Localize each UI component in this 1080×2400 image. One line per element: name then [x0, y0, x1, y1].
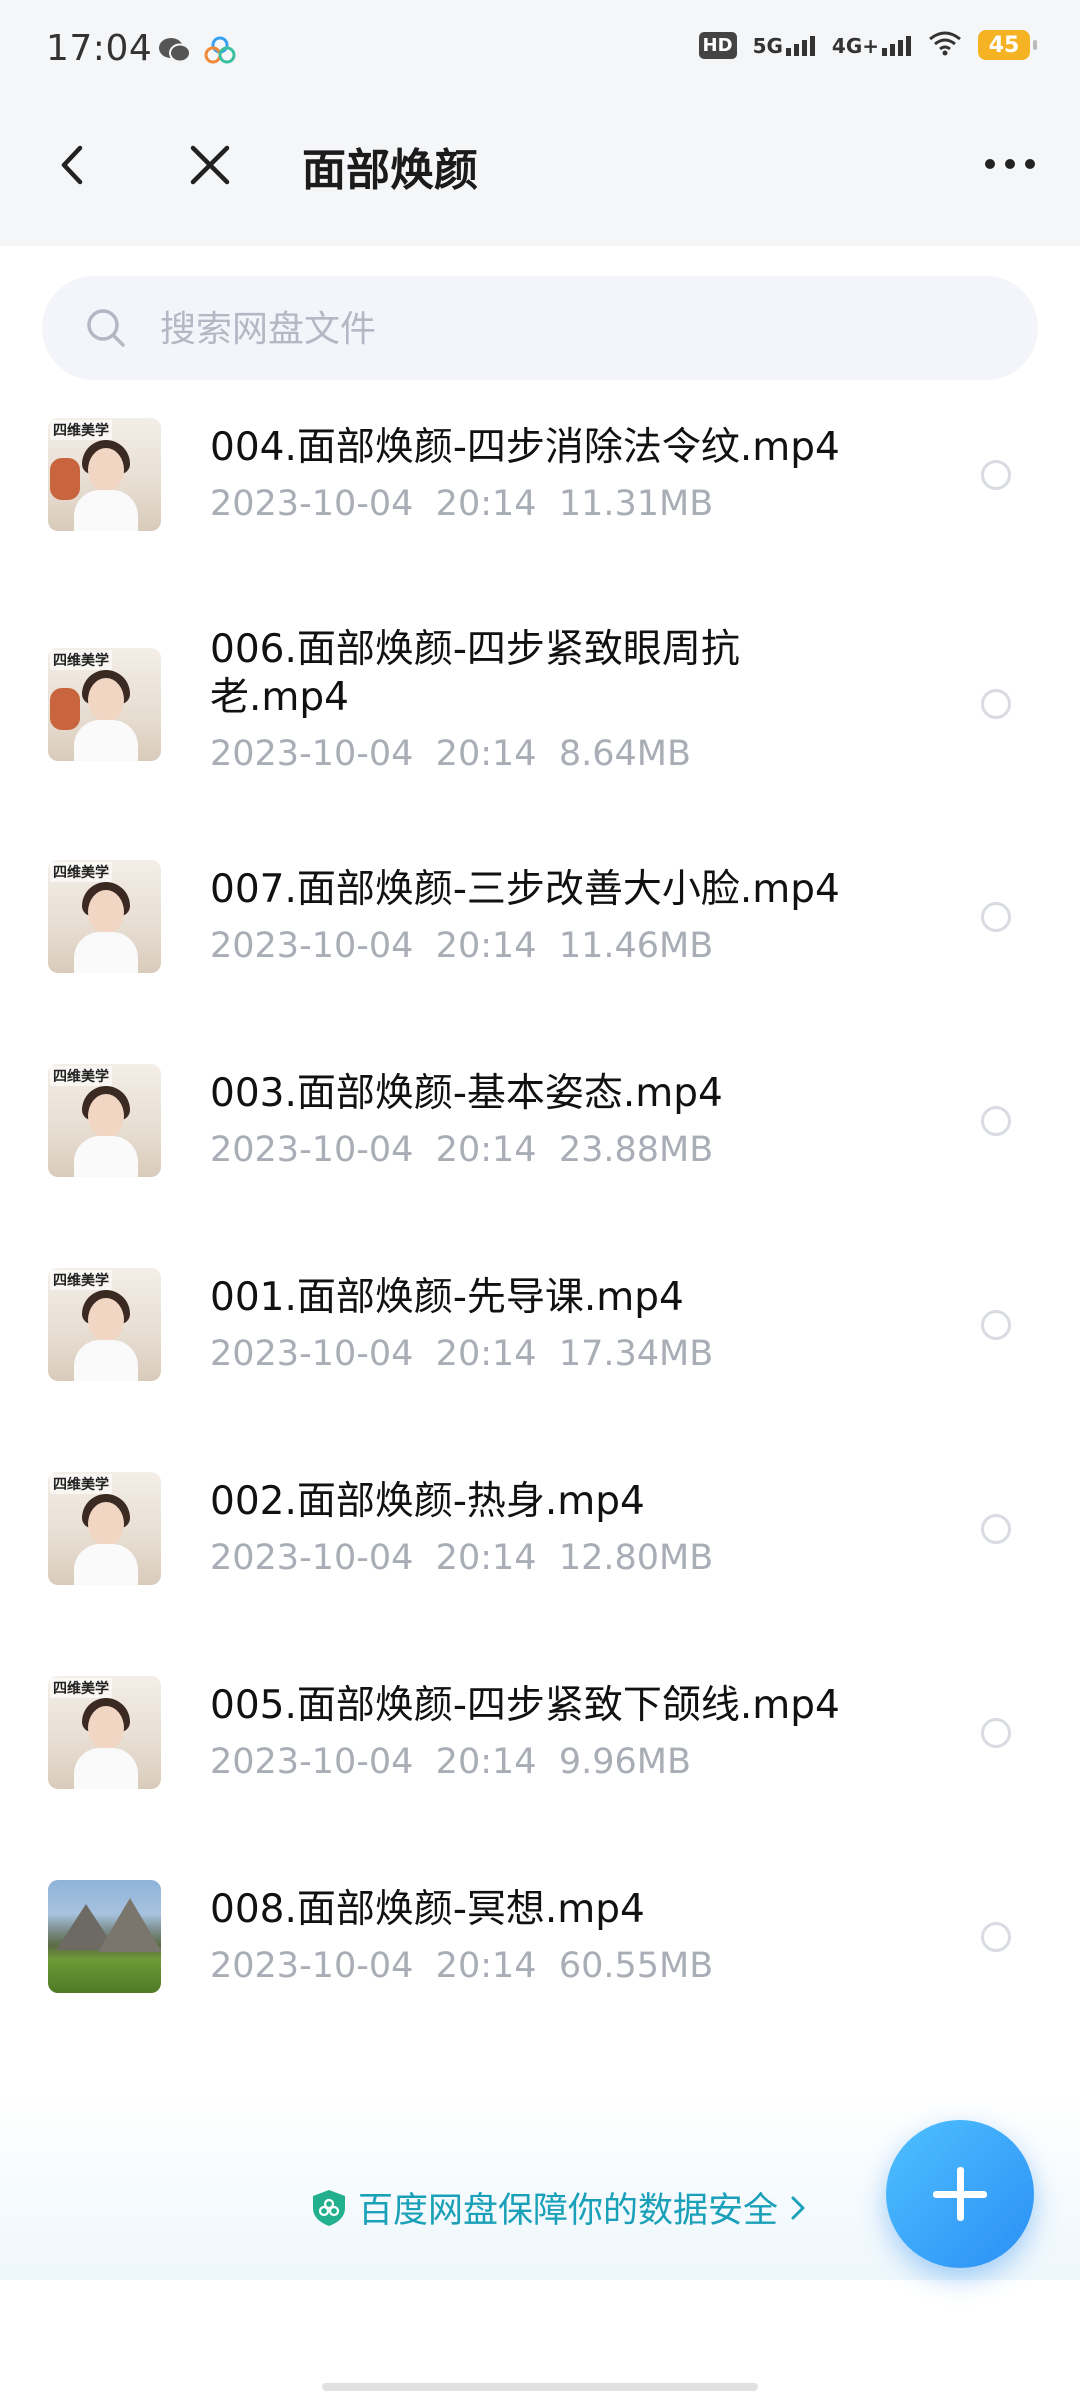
- wechat-icon: [158, 36, 192, 68]
- file-date: 2023-10-04: [210, 734, 414, 774]
- status-bar: 17:04 HD 5G 4G+ 45: [0, 0, 1080, 84]
- file-date: 2023-10-04: [210, 1334, 414, 1374]
- file-size: 8.64MB: [558, 734, 691, 774]
- file-name: 003.面部焕颜-基本姿态.mp4: [210, 1071, 723, 1116]
- video-thumbnail: 四维美学: [48, 1472, 161, 1585]
- video-thumbnail: 四维美学: [48, 1676, 161, 1789]
- file-name: 004.面部焕颜-四步消除法令纹.mp4: [210, 425, 840, 470]
- file-size: 11.46MB: [558, 926, 714, 966]
- file-meta: 2023-10-04 20:14 23.88MB: [210, 1130, 713, 1170]
- thumbnail-watermark: 四维美学: [50, 1474, 112, 1494]
- signal-5g-icon: 5G: [753, 34, 816, 56]
- shield-icon: [313, 2189, 345, 2226]
- security-text: 百度网盘保障你的数据安全: [358, 2191, 779, 2231]
- status-icons: HD 5G 4G+ 45: [698, 30, 1037, 60]
- file-time: 20:14: [435, 1334, 537, 1374]
- file-size: 11.31MB: [558, 484, 714, 524]
- security-link[interactable]: 百度网盘保障你的数据安全: [310, 2182, 808, 2233]
- screen: 17:04 HD 5G 4G+ 45 面部焕颜 搜索网盘文件 四维美学 004.…: [0, 0, 1080, 2400]
- video-thumbnail: 四维美学: [48, 418, 161, 531]
- more-options-button[interactable]: [980, 144, 1040, 184]
- file-date: 2023-10-04: [210, 1538, 414, 1578]
- select-radio[interactable]: [981, 1718, 1011, 1748]
- add-button[interactable]: [886, 2120, 1034, 2268]
- hd-label: HD: [698, 31, 737, 59]
- back-button[interactable]: [50, 140, 100, 190]
- signal-4g-icon: 4G+: [832, 34, 912, 56]
- file-meta: 2023-10-04 20:14 9.96MB: [210, 1742, 691, 1782]
- file-date: 2023-10-04: [210, 484, 414, 524]
- video-thumbnail: 四维美学: [48, 648, 161, 761]
- thumbnail-watermark: 四维美学: [50, 862, 112, 882]
- thumbnail-watermark: 四维美学: [50, 650, 112, 670]
- file-size: 9.96MB: [558, 1742, 691, 1782]
- file-time: 20:14: [435, 734, 537, 774]
- video-thumbnail: [48, 1880, 161, 1993]
- file-time: 20:14: [435, 926, 537, 966]
- search-icon: [84, 306, 128, 350]
- select-radio[interactable]: [981, 1922, 1011, 1952]
- page-title: 面部焕颜: [302, 145, 478, 196]
- file-meta: 2023-10-04 20:14 11.46MB: [210, 926, 713, 966]
- thumbnail-watermark: 四维美学: [50, 420, 112, 440]
- file-name: 002.面部焕颜-热身.mp4: [210, 1479, 645, 1524]
- select-radio[interactable]: [981, 1106, 1011, 1136]
- file-date: 2023-10-04: [210, 926, 414, 966]
- wifi-icon: [928, 30, 962, 60]
- file-name: 005.面部焕颜-四步紧致下颌线.mp4: [210, 1683, 840, 1728]
- file-date: 2023-10-04: [210, 1946, 414, 1986]
- file-meta: 2023-10-04 20:14 60.55MB: [210, 1946, 713, 1986]
- select-radio[interactable]: [981, 1514, 1011, 1544]
- home-indicator[interactable]: [322, 2383, 758, 2391]
- file-name: 007.面部焕颜-三步改善大小脸.mp4: [210, 867, 840, 912]
- header: 面部焕颜: [0, 84, 1080, 246]
- file-time: 20:14: [435, 1538, 537, 1578]
- close-button[interactable]: [185, 140, 235, 190]
- video-thumbnail: 四维美学: [48, 1064, 161, 1177]
- thumbnail-watermark: 四维美学: [50, 1678, 112, 1698]
- status-time: 17:04: [46, 28, 153, 69]
- file-size: 12.80MB: [558, 1538, 714, 1578]
- select-radio[interactable]: [981, 460, 1011, 490]
- hd-icon: HD: [698, 31, 737, 59]
- thumbnail-watermark: 四维美学: [50, 1270, 112, 1290]
- file-name: 001.面部焕颜-先导课.mp4: [210, 1275, 684, 1320]
- baidu-netdisk-icon: [204, 36, 236, 68]
- file-size: 60.55MB: [558, 1946, 714, 1986]
- chevron-left-icon: [61, 145, 83, 185]
- net2-label: 4G+: [831, 34, 879, 58]
- file-meta: 2023-10-04 20:14 11.31MB: [210, 484, 713, 524]
- select-radio[interactable]: [981, 902, 1011, 932]
- file-time: 20:14: [435, 1946, 537, 1986]
- video-thumbnail: 四维美学: [48, 1268, 161, 1381]
- thumbnail-watermark: 四维美学: [50, 1066, 112, 1086]
- file-size: 17.34MB: [558, 1334, 714, 1374]
- file-meta: 2023-10-04 20:14 12.80MB: [210, 1538, 713, 1578]
- file-meta: 2023-10-04 20:14 17.34MB: [210, 1334, 713, 1374]
- file-date: 2023-10-04: [210, 1130, 414, 1170]
- net1-label: 5G: [752, 34, 783, 58]
- search-input[interactable]: [158, 296, 982, 362]
- file-time: 20:14: [435, 1130, 537, 1170]
- file-name: 008.面部焕颜-冥想.mp4: [210, 1887, 645, 1932]
- chevron-right-icon: [791, 2196, 805, 2219]
- more-dots-icon: [985, 159, 1035, 169]
- file-meta: 2023-10-04 20:14 8.64MB: [210, 734, 691, 774]
- battery-icon: 45: [978, 30, 1037, 60]
- file-name: 006.面部焕颜-四步紧致眼周抗老.mp4: [210, 627, 740, 720]
- file-date: 2023-10-04: [210, 1742, 414, 1782]
- file-size: 23.88MB: [558, 1130, 714, 1170]
- search-bar[interactable]: [42, 276, 1038, 380]
- select-radio[interactable]: [981, 1310, 1011, 1340]
- select-radio[interactable]: [981, 689, 1011, 719]
- video-thumbnail: 四维美学: [48, 860, 161, 973]
- file-time: 20:14: [435, 1742, 537, 1782]
- file-time: 20:14: [435, 484, 537, 524]
- close-icon: [190, 145, 230, 185]
